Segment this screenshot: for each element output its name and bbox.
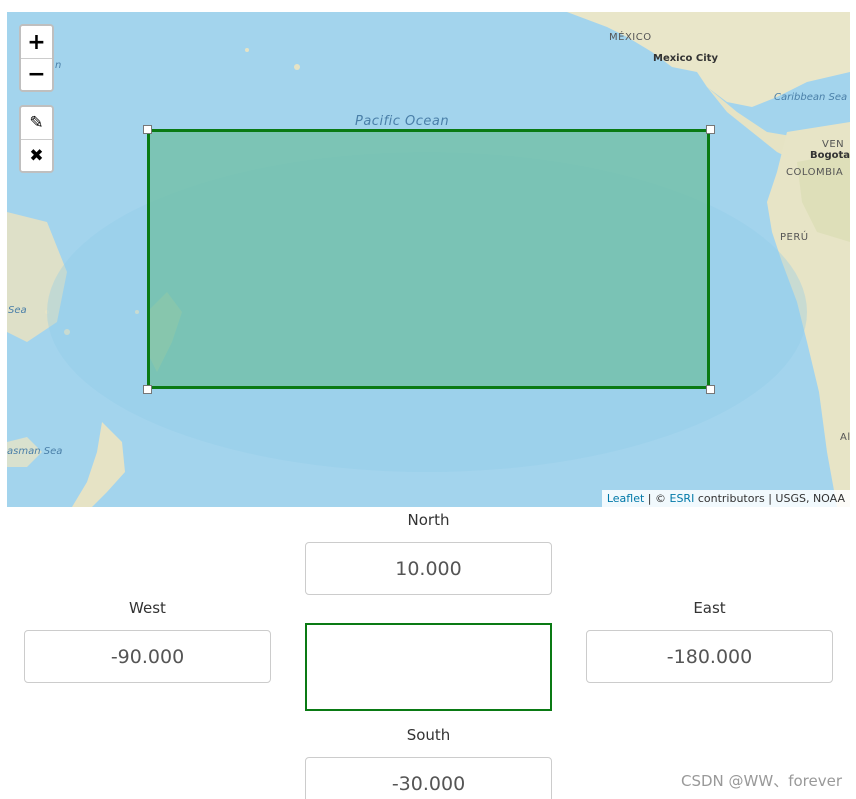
edit-icon[interactable]: ✎ (21, 107, 52, 139)
label-peru: PERÚ (780, 232, 809, 243)
label-mexico: MÉXICO (609, 32, 652, 43)
label-caribbean-sea: Caribbean Sea (774, 92, 848, 103)
zoom-out-button[interactable]: − (21, 58, 52, 90)
label-bogota: Bogota (810, 150, 850, 161)
label-pacific-ocean: Pacific Ocean (355, 114, 450, 129)
east-input[interactable] (586, 630, 833, 683)
south-input[interactable] (305, 757, 552, 799)
label-colombia: COLOMBIA (786, 167, 844, 178)
label-tasman-sea: asman Sea (7, 446, 63, 457)
draw-control: ✎ ✖ (19, 105, 54, 173)
west-input[interactable] (24, 630, 271, 683)
north-label: North (407, 511, 450, 529)
east-label: East (693, 599, 726, 617)
label-mexico-city: Mexico City (653, 53, 718, 64)
attribution-rest: contributors | USGS, NOAA (694, 492, 845, 505)
watermark-text: CSDN @WW、forever (681, 772, 842, 790)
zoom-control: + − (19, 24, 54, 92)
resize-handle-sw[interactable] (143, 385, 152, 394)
bounding-box-rectangle[interactable] (147, 129, 710, 389)
north-input[interactable] (305, 542, 552, 595)
west-label: West (129, 599, 166, 617)
map-attribution: Leaflet | © ESRI contributors | USGS, NO… (601, 490, 850, 507)
label-sea: Sea (8, 305, 27, 316)
attribution-separator: | © (644, 492, 670, 505)
bounding-box-preview (305, 623, 552, 711)
leaflet-link[interactable]: Leaflet (607, 492, 644, 505)
delete-icon[interactable]: ✖ (21, 139, 52, 171)
label-ven: VEN (822, 139, 845, 150)
resize-handle-se[interactable] (706, 385, 715, 394)
label-left-fragment: n (55, 60, 62, 71)
resize-handle-ne[interactable] (706, 125, 715, 134)
zoom-in-button[interactable]: + (21, 26, 52, 58)
esri-link[interactable]: ESRI (670, 492, 695, 505)
map-view[interactable]: MÉXICO Mexico City Caribbean Sea Pacific… (7, 12, 850, 507)
resize-handle-nw[interactable] (143, 125, 152, 134)
south-label: South (406, 726, 451, 744)
label-al: Al (840, 432, 850, 443)
